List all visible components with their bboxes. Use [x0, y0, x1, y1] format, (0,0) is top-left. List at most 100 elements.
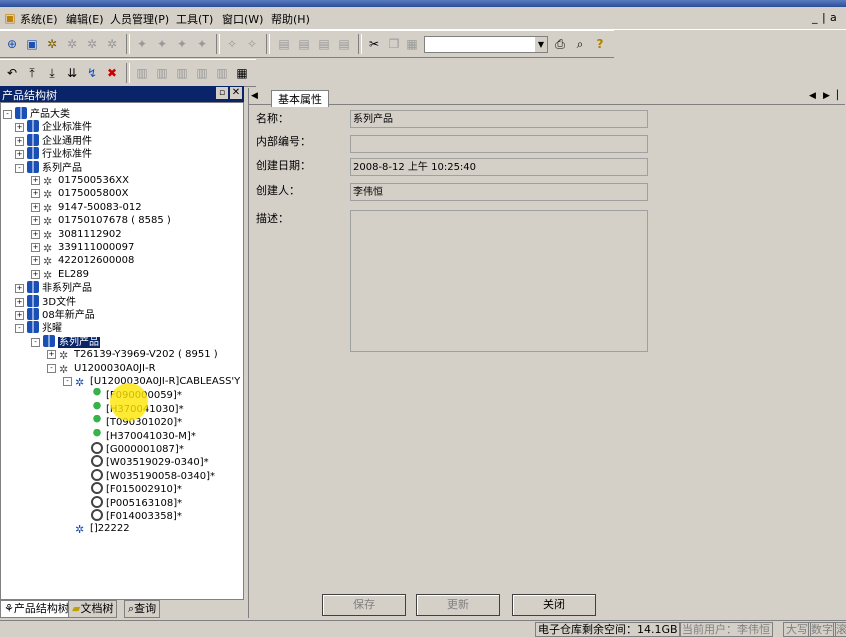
move-bottom-icon[interactable]: ⇊ — [64, 65, 80, 81]
tab-scroll-left-icon[interactable]: ◀ — [251, 91, 258, 101]
minimize-button[interactable]: _ — [812, 11, 818, 24]
file-e-icon[interactable]: ▥ — [214, 65, 230, 81]
menu-edit[interactable]: 编辑(E) — [66, 11, 104, 27]
expand-icon[interactable]: + — [31, 176, 40, 185]
menu-help[interactable]: 帮助(H) — [271, 11, 310, 27]
tree-node[interactable]: + ✲ 0175005800X — [31, 187, 128, 201]
collapse-icon[interactable]: - — [3, 110, 12, 119]
file-a-icon[interactable]: ▥ — [134, 65, 150, 81]
expand-icon[interactable]: + — [31, 256, 40, 266]
tree-node[interactable]: ✲ []22222 — [63, 522, 130, 536]
expand-icon[interactable]: + — [15, 311, 24, 320]
expand-icon[interactable]: + — [31, 202, 40, 212]
file-b-icon[interactable]: ▥ — [154, 65, 170, 81]
tree-node[interactable]: [F015002910]* — [79, 482, 182, 495]
assembly-icon[interactable]: ✲ — [64, 36, 80, 52]
new-product-icon[interactable]: ⊕ — [4, 36, 20, 52]
expand-icon[interactable]: + — [47, 350, 56, 360]
expand-icon[interactable]: + — [15, 136, 24, 146]
doc-move-icon[interactable]: ▤ — [336, 36, 352, 52]
tab-query[interactable]: ⌕查询 — [124, 600, 161, 618]
part-icon[interactable]: ✲ — [84, 36, 100, 52]
find-icon[interactable]: ⌕ — [572, 36, 588, 52]
collapse-icon[interactable]: - — [63, 377, 72, 386]
tree-node[interactable]: - 产品大类 — [3, 107, 70, 120]
copy-icon[interactable]: ❐ — [386, 36, 402, 52]
file-c-icon[interactable]: ▥ — [174, 65, 190, 81]
settings-icon[interactable]: ✲ — [104, 36, 120, 52]
tree-node[interactable]: + ✲ T26139-Y3969-V202 ( 8951 ) — [47, 348, 218, 362]
tree-node[interactable]: [G000001087]* — [79, 442, 184, 455]
expand-icon[interactable]: + — [31, 216, 40, 226]
product-icon[interactable]: ▣ — [24, 36, 40, 52]
component-icon[interactable]: ✲ — [44, 36, 60, 52]
tree-node[interactable]: + 非系列产品 — [15, 281, 92, 294]
tab-document-tree[interactable]: ▰文档树 — [68, 600, 118, 618]
tab-prev-icon[interactable]: ◀ — [809, 91, 816, 101]
undo-icon[interactable]: ↶ — [4, 65, 20, 81]
expand-icon[interactable]: + — [15, 297, 24, 307]
chevron-down-icon[interactable]: ▼ — [535, 37, 547, 52]
tab-product-tree[interactable]: ⚘产品结构树 — [0, 600, 73, 618]
doc-check-icon[interactable]: ▤ — [316, 36, 332, 52]
save-button[interactable]: 保存 — [322, 594, 406, 616]
tree-node[interactable]: [H370041030-M]* — [79, 428, 196, 442]
cut-icon[interactable]: ✂ — [366, 36, 382, 52]
file-d-icon[interactable]: ▥ — [194, 65, 210, 81]
arrange-icon[interactable]: ↯ — [84, 65, 100, 81]
expand-icon[interactable]: + — [15, 123, 24, 133]
move-down-icon[interactable]: ⤓ — [44, 65, 60, 81]
tree-node[interactable]: +3D文件 — [15, 294, 76, 308]
tree-node[interactable]: + 企业标准件 — [15, 120, 92, 133]
tree-node[interactable]: - ✲ U1200030A0JI-R — [47, 362, 156, 375]
description-field[interactable] — [350, 210, 648, 352]
collapse-icon[interactable]: - — [15, 163, 24, 173]
tab-basic-properties[interactable]: 基本属性 — [271, 90, 329, 107]
move-node-icon[interactable]: ✦ — [194, 36, 210, 52]
print-icon[interactable]: ⎙ — [552, 36, 568, 52]
tab-menu-icon[interactable]: ▏ — [837, 91, 844, 101]
tree-node[interactable]: [P005163108]* — [79, 495, 182, 509]
delete-icon[interactable]: ✖ — [104, 65, 120, 81]
menu-system[interactable]: 系统(E) — [20, 11, 58, 27]
tree-node[interactable]: - ✲ [U1200030A0JI-R]CABLEASS'Y — [63, 375, 240, 389]
tree-node[interactable]: +08年新产品 — [15, 308, 95, 321]
pin-icon[interactable]: ▫ — [216, 87, 228, 99]
tree-node[interactable]: - 系列产品 — [31, 334, 100, 348]
tool-a-icon[interactable]: ✧ — [224, 36, 240, 52]
tree-node[interactable]: [W03519029-0340]* — [79, 455, 209, 468]
expand-icon[interactable]: + — [15, 284, 24, 294]
tree-node[interactable]: + 企业通用件 — [15, 133, 92, 147]
restore-icon[interactable]: a — [830, 11, 837, 24]
menu-window[interactable]: 窗口(W) — [222, 11, 263, 27]
help-icon[interactable]: ? — [592, 36, 608, 52]
tree-node[interactable]: + 行业标准件 — [15, 147, 92, 160]
paste-icon[interactable]: ▦ — [404, 36, 420, 52]
tree-node[interactable]: [F014003358]* — [79, 509, 182, 522]
link-icon[interactable]: ✦ — [134, 36, 150, 52]
tree-node[interactable]: + ✲ 017500536XX — [31, 174, 129, 188]
creator-field[interactable]: 李伟恒 — [350, 183, 648, 201]
tool-b-icon[interactable]: ✧ — [244, 36, 260, 52]
copy-node-icon[interactable]: ✦ — [174, 36, 190, 52]
tree-node[interactable]: - 系列产品 — [15, 160, 82, 174]
expand-icon[interactable]: + — [31, 229, 40, 239]
expand-icon[interactable]: + — [31, 269, 40, 279]
name-field[interactable]: 系列产品 — [350, 110, 648, 128]
product-structure-tree[interactable]: - 产品大类 + 企业标准件 + 企业通用件 + 行业标准件 - 系列产品 + ✲ 017500536X… — [0, 102, 244, 600]
collapse-icon[interactable]: - — [15, 324, 24, 334]
tree-node[interactable]: + ✲ 3081112902 — [31, 228, 122, 241]
menu-tools[interactable]: 工具(T) — [176, 11, 213, 27]
tree-node[interactable]: + ✲ 01750107678 ( 8585 ) — [31, 214, 171, 228]
doc-add-icon[interactable]: ▤ — [276, 36, 292, 52]
tab-next-icon[interactable]: ▶ — [823, 91, 830, 101]
report-icon[interactable]: ▦ — [234, 65, 250, 81]
move-up-icon[interactable]: ⤒ — [24, 65, 40, 81]
tree-node[interactable]: [W035190058-0340]* — [79, 468, 215, 482]
restore-button[interactable]: | — [822, 11, 826, 24]
created-date-field[interactable]: 2008-8-12 上午 10:25:40 — [350, 158, 648, 176]
doc-edit-icon[interactable]: ▤ — [296, 36, 312, 52]
tree-node[interactable]: + ✲ EL289 — [31, 268, 89, 281]
close-icon[interactable]: ✕ — [230, 87, 242, 99]
expand-icon[interactable]: + — [31, 243, 40, 252]
